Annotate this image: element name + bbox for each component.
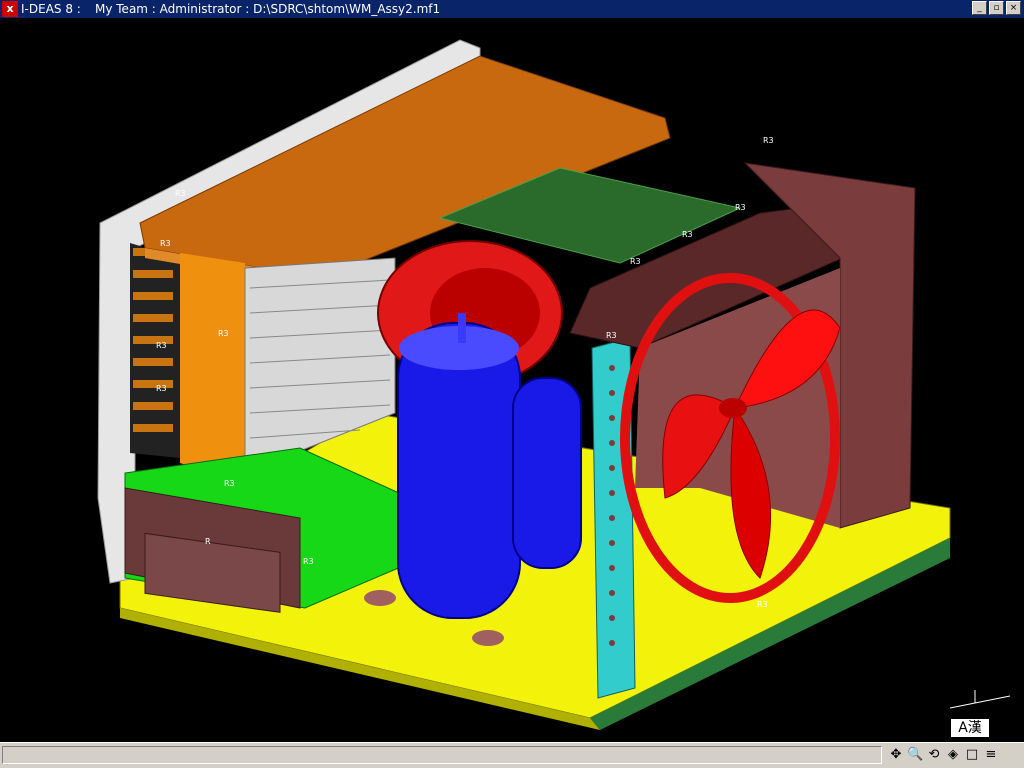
window-controls: _ ▫ ×: [972, 1, 1021, 15]
status-message-field: [2, 746, 882, 764]
compressor-foot: [364, 590, 396, 606]
vent-slats: [133, 248, 173, 432]
title-bar: x I-DEAS 8 : My Team : Administrator : D…: [0, 0, 1024, 18]
app-name: I-DEAS 8 :: [21, 2, 81, 16]
model-label: R3: [156, 384, 167, 393]
model-label: R3: [682, 230, 693, 239]
fan-hub: [719, 398, 747, 418]
minimize-button[interactable]: _: [972, 1, 987, 15]
model-label: R3: [156, 341, 167, 350]
restore-button[interactable]: ▫: [989, 1, 1004, 15]
model-label: R3: [630, 257, 641, 266]
pan-icon[interactable]: ✥: [888, 746, 904, 764]
app-logo-icon[interactable]: x: [2, 1, 18, 17]
model-label: R: [205, 537, 211, 546]
ime-indicator[interactable]: A漢: [950, 718, 990, 738]
model-label: R3: [160, 239, 171, 248]
close-button[interactable]: ×: [1006, 1, 1021, 15]
model-label: R3: [757, 600, 768, 609]
front-support: [180, 253, 245, 473]
graphics-viewport[interactable]: R3 R3 R3 R3 R3 R3 R3 R3 R3 R3 R R3 R3 R3: [0, 18, 1024, 742]
compressor-pipe: [458, 313, 466, 343]
coordinate-triad-icon: [949, 690, 1011, 709]
square-icon[interactable]: □: [964, 746, 980, 764]
model-label: R3: [175, 189, 186, 198]
view-tools: ✥ 🔍 ⟲ ◈ □ ≡: [888, 746, 999, 764]
rotate-icon[interactable]: ⟲: [926, 746, 942, 764]
model-label: R3: [303, 557, 314, 566]
model-label: R3: [735, 203, 746, 212]
model-label: R3: [224, 479, 235, 488]
model-label: R3: [606, 331, 617, 340]
window-title-path: My Team : Administrator : D:\SDRC\shtom\…: [95, 2, 441, 16]
status-bar: ✥ 🔍 ⟲ ◈ □ ≡: [0, 742, 1024, 768]
model-label: R3: [763, 136, 774, 145]
cad-model-render: R3 R3 R3 R3 R3 R3 R3 R3 R3 R3 R R3 R3 R3: [97, 39, 1011, 730]
compressor-foot-2: [472, 630, 504, 646]
menu-lines-icon[interactable]: ≡: [983, 746, 999, 764]
accumulator: [512, 377, 582, 569]
view-icon[interactable]: ◈: [945, 746, 961, 764]
zoom-icon[interactable]: 🔍: [907, 746, 923, 764]
model-label: R3: [218, 329, 229, 338]
